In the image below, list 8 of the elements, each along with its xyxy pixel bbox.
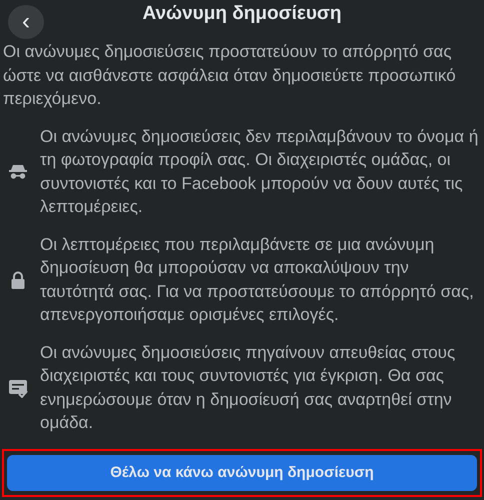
review-icon <box>8 378 28 398</box>
dialog-title: Ανώνυμη δημοσίευση <box>142 2 342 26</box>
info-text: Οι λεπτομέρειες που περιλαμβάνετε σε μια ανώνυμη δημοσίευση θα μπορούσαν να αποκαλύψουν την ταυτότητά σας. Για να προστατεύσουμε το απόρρητό σας, απενεργοποιήσαμε ορισμένες επιλογές. <box>40 234 475 326</box>
back-button[interactable]: ‹ <box>8 5 44 39</box>
info-text: Οι ανώνυμες δημοσιεύσεις πηγαίνουν απευθείας στους διαχειριστές και τους συντονιστές για έγκριση. Θα σας ενημερώσουμε όταν η δημοσίευσή σας αναρτηθεί στην ομάδα. <box>40 342 456 434</box>
intro-text: Οι ανώνυμες δημοσιεύσεις προστατεύουν το απόρρητό σας ώστε να αισθάνεστε ασφάλεια όταν δημοσιεύετε προσωπικό περιεχόμενο. <box>2 41 457 110</box>
info-text: Οι ανώνυμες δημοσιεύσεις δεν περιλαμβάνουν το όνομα ή τη φωτογραφία προφίλ σας. Οι διαχειριστές ομάδας, οι συντονιστές και το Facebook μπορούν να δουν αυτές τις λεπτομέρειες. <box>40 126 480 218</box>
post-anonymously-button[interactable]: Θέλω να κάνω ανώνυμη δημοσίευση <box>7 454 477 490</box>
